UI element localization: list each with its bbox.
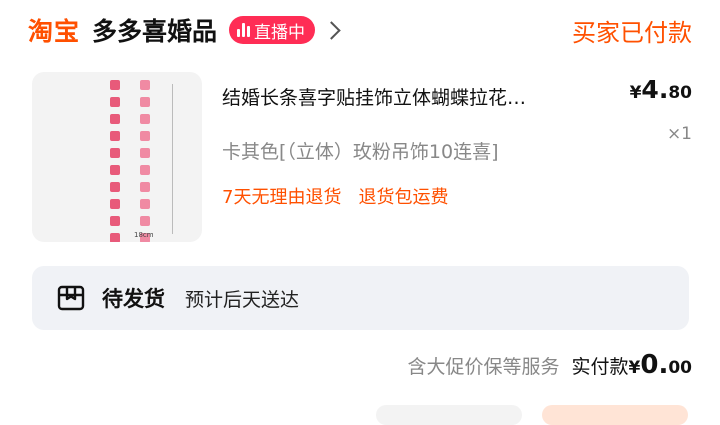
- tag-7day-return: 7天无理由退货: [222, 187, 342, 208]
- product-quantity: ×1: [666, 124, 692, 144]
- price-decimal: 80: [668, 83, 692, 103]
- shipping-status-bar[interactable]: 待发货 预计后天送达: [32, 266, 689, 330]
- shipping-eta: 预计后天送达: [185, 288, 300, 311]
- action-button-secondary[interactable]: [376, 405, 522, 425]
- shop-name[interactable]: 多多喜婚品: [92, 12, 217, 48]
- paid-integer: 0.: [640, 350, 669, 380]
- product-price: ¥4.80: [630, 75, 692, 104]
- garland-strand-right: [140, 80, 152, 242]
- shipping-status: 待发货: [102, 287, 165, 311]
- price-integer: 4.: [641, 75, 669, 104]
- paid-symbol: ¥: [628, 358, 641, 378]
- payment-summary: 含大促价保等服务 实付款 ¥0. 00: [407, 350, 692, 380]
- product-title[interactable]: 结婚长条喜字贴挂饰立体蝴蝶拉花…: [222, 83, 526, 110]
- paid-label: 实付款: [571, 356, 629, 378]
- order-status: 买家已付款: [572, 18, 692, 47]
- product-variant: 卡其色[（立体）玫粉吊饰10连喜]: [222, 141, 499, 163]
- price-guarantee-service[interactable]: 含大促价保等服务: [407, 352, 559, 379]
- package-box-icon: [57, 285, 85, 311]
- service-tags: 7天无理由退货 退货包运费: [222, 183, 448, 209]
- shop-header: 淘宝 多多喜婚品 直播中 买家已付款: [28, 10, 692, 50]
- action-button-primary[interactable]: [542, 405, 688, 425]
- tag-return-shipping: 退货包运费: [358, 187, 449, 208]
- taobao-logo: 淘宝: [28, 17, 81, 46]
- live-bars-icon: [237, 23, 251, 37]
- measure-line: [172, 84, 173, 234]
- product-thumbnail[interactable]: 18cm: [32, 72, 202, 242]
- thumbnail-caption: 18cm: [134, 231, 154, 239]
- price-symbol: ¥: [629, 83, 642, 103]
- live-badge[interactable]: 直播中: [229, 16, 316, 44]
- paid-decimal: 00: [668, 358, 692, 378]
- chevron-right-icon[interactable]: [322, 20, 341, 40]
- garland-strand-left: [110, 80, 122, 242]
- live-badge-label: 直播中: [254, 22, 306, 43]
